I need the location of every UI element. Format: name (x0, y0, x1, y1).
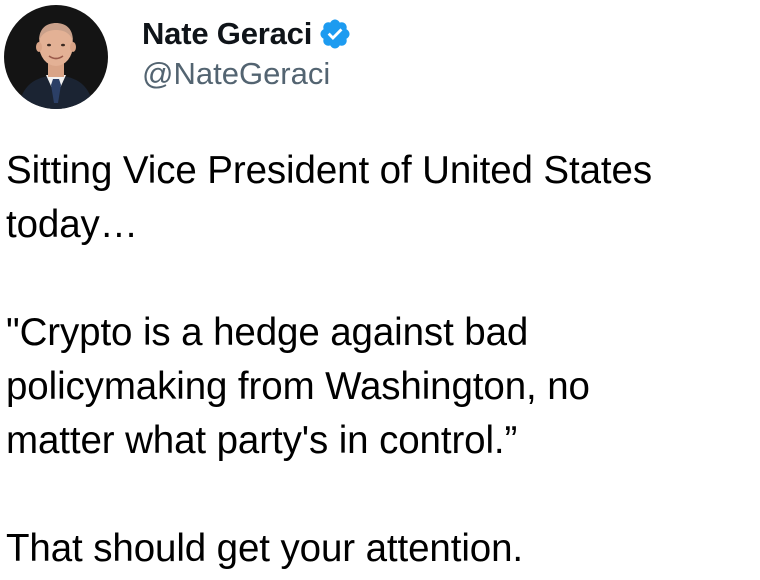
author-handle[interactable]: @NateGeraci (142, 56, 352, 92)
name-row: Nate Geraci (142, 14, 352, 54)
tweet-quote-text: "Crypto is a hedge against bad policymak… (6, 311, 590, 462)
tweet-closing-text: That should get your attention. (6, 527, 523, 570)
author-avatar[interactable] (4, 5, 108, 109)
author-names: Nate Geraci @NateGeraci (142, 14, 352, 92)
verified-badge-icon (318, 17, 352, 51)
tweet-header: Nate Geraci @NateGeraci (4, 4, 352, 110)
tweet-card: Nate Geraci @NateGeraci Sitting Vice Pre… (0, 0, 760, 580)
author-display-name[interactable]: Nate Geraci (142, 16, 312, 52)
avatar-photo-icon (4, 5, 108, 109)
tweet-intro-text: Sitting Vice President of United States … (6, 149, 652, 246)
tweet-text: Sitting Vice President of United States … (6, 144, 758, 576)
